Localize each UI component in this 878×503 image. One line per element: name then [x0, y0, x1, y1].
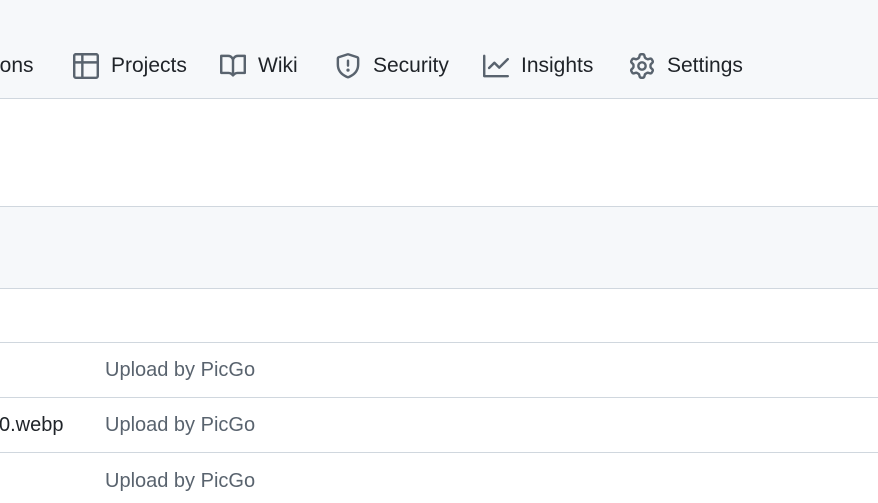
- tab-projects[interactable]: Projects: [73, 44, 187, 88]
- repo-page: ions Projects Wiki Security: [0, 0, 878, 503]
- tab-security[interactable]: Security: [335, 44, 449, 88]
- tab-actions[interactable]: ions: [0, 44, 34, 88]
- content-area: [0, 100, 878, 207]
- tab-label: Security: [373, 54, 449, 77]
- repo-header: ions Projects Wiki Security: [0, 0, 878, 99]
- table-row[interactable]: [0, 289, 878, 343]
- tab-label: Settings: [667, 54, 743, 77]
- file-list-header: [0, 207, 878, 289]
- book-icon: [220, 53, 246, 79]
- tab-wiki[interactable]: Wiki: [220, 44, 298, 88]
- tab-label: Wiki: [258, 54, 298, 77]
- table-row[interactable]: 0.webp Upload by PicGo: [0, 398, 878, 453]
- tab-label: Projects: [111, 54, 187, 77]
- commit-message[interactable]: Upload by PicGo: [105, 453, 255, 503]
- table-row[interactable]: Upload by PicGo: [0, 453, 878, 503]
- commit-message[interactable]: Upload by PicGo: [105, 343, 255, 397]
- tab-label: ions: [0, 54, 34, 77]
- gear-icon: [629, 53, 655, 79]
- table-row[interactable]: Upload by PicGo: [0, 343, 878, 398]
- commit-message[interactable]: Upload by PicGo: [105, 398, 255, 452]
- tab-label: Insights: [521, 54, 594, 77]
- shield-icon: [335, 53, 361, 79]
- tab-settings[interactable]: Settings: [629, 44, 743, 88]
- tab-insights[interactable]: Insights: [483, 44, 593, 88]
- graph-icon: [483, 53, 509, 79]
- table-icon: [73, 53, 99, 79]
- file-name[interactable]: 0.webp: [0, 398, 64, 452]
